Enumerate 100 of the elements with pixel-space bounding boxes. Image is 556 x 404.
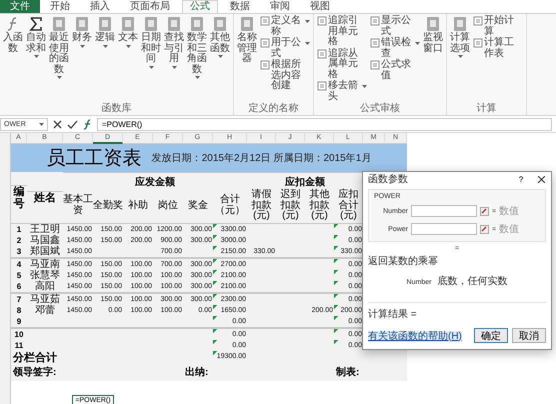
table-cell-text: 11 <box>14 340 24 350</box>
ribbon-button[interactable]: 计算选项 <box>449 16 471 58</box>
close-icon <box>538 176 544 182</box>
column-header: 姓名 <box>27 190 63 204</box>
ribbon-button[interactable]: 显示公式 <box>369 16 421 37</box>
ribbon-button[interactable]: 查找与引用 <box>163 16 185 68</box>
sum-icon <box>28 16 44 32</box>
table-cell: 郑国斌 <box>27 246 63 258</box>
table-cell: 王卫明 <box>27 222 63 234</box>
ribbon-button[interactable]: 文本 <box>117 16 139 48</box>
group-label: 函数库 <box>100 102 132 115</box>
table-cell: 3 <box>11 246 27 258</box>
group-label: 计算 <box>476 102 498 115</box>
argument-description: 底数，任何实数 <box>437 274 508 288</box>
range-picker-icon[interactable] <box>480 206 489 216</box>
ribbon-button[interactable]: 日期和时间 <box>140 16 162 68</box>
ribbon-button[interactable]: 其他函数 <box>209 16 231 58</box>
ribbon-tab[interactable]: 视图 <box>302 0 338 13</box>
total-label: 分栏合计 <box>12 350 58 364</box>
ribbon-tab[interactable]: 插入 <box>82 0 118 13</box>
table-cell-text: 10 <box>14 328 24 340</box>
table-cell-text: 5 <box>16 270 22 280</box>
ribbon-tab[interactable]: 审阅 <box>262 0 298 13</box>
table-cell: 6 <box>11 280 27 294</box>
ribbon-tab[interactable]: 开始 <box>42 0 78 13</box>
ribbon-button[interactable]: 追踪从属单元格 <box>316 48 368 80</box>
table-cell: 1 <box>11 222 27 234</box>
table-cell-text: 马亚茹 <box>29 294 61 304</box>
help-button[interactable]: ? <box>511 172 531 186</box>
document-icon <box>317 48 327 58</box>
file-tab[interactable]: 文件 <box>0 0 40 13</box>
function-icon[interactable] <box>82 118 93 130</box>
ribbon-tab[interactable]: 页面布局 <box>122 0 178 13</box>
input-field[interactable] <box>411 223 477 235</box>
ribbon-tab[interactable]: 数据 <box>222 0 258 13</box>
document-icon <box>317 81 327 91</box>
document-icon <box>260 60 270 70</box>
column-header: 全勤奖 <box>93 200 123 212</box>
check-icon[interactable] <box>67 118 78 130</box>
ribbon-tab[interactable]: 公式 <box>182 0 218 13</box>
column-header: 应扣合计(元) <box>338 189 360 222</box>
signature-label: 制表: <box>334 366 360 380</box>
cancel-button[interactable]: 取消 <box>512 328 546 343</box>
sheet-title: 员工工资表 <box>46 147 142 171</box>
ribbon-button[interactable]: 入函数 <box>2 16 24 54</box>
document-icon <box>370 60 380 70</box>
column-group-header: 应发金额 <box>63 172 247 189</box>
ribbon-button[interactable]: 数学和三角函数 <box>186 16 208 79</box>
document-icon <box>370 38 380 48</box>
column-header: 岗位 <box>157 200 179 212</box>
column-header: 合计（元） <box>214 194 246 218</box>
table-cell: 9 <box>11 316 27 328</box>
table-cell-text: 张慧琴 <box>29 270 61 280</box>
function-description: 返回某数的乘幂 <box>367 254 439 268</box>
table-cell-text: 2 <box>16 234 22 246</box>
ribbon-button[interactable]: 公式求值 <box>369 60 421 81</box>
ribbon-button[interactable]: 计算工作表 <box>472 38 524 59</box>
ribbon-button[interactable]: 名称管理器 <box>236 16 258 64</box>
column-header: 补助 <box>127 200 149 212</box>
result-label: 计算结果 = <box>368 302 546 325</box>
table-cell-text: 马亚南 <box>29 258 61 270</box>
ribbon-button[interactable]: 自动求和 <box>25 16 47 58</box>
signature-label: 领导签字: <box>12 365 58 380</box>
column-header: 其他扣款(元) <box>308 189 330 222</box>
issue-date: 发放日期：2015年2月12日 所属日期：2015年1月 <box>152 152 372 165</box>
column-header: 编号 <box>11 184 27 210</box>
ribbon-button[interactable]: 最近使用的函数 <box>48 16 70 79</box>
table-cell-text: 马国鑫 <box>29 234 61 246</box>
ribbon-button[interactable]: 移去箭头 <box>316 81 368 102</box>
ribbon-button[interactable]: 错误检查 <box>369 38 421 59</box>
table-cell-text: 邓蕾 <box>34 304 56 316</box>
column-header: 奖金 <box>187 200 209 212</box>
help-link[interactable]: 有关该函数的帮助(H) <box>368 330 462 342</box>
dialog-title: 函数参数 <box>368 172 409 186</box>
caret-icon <box>39 122 44 126</box>
group-label: 定义的名称 <box>248 102 300 115</box>
ribbon-button[interactable]: 根据所选内容创建 <box>259 60 311 92</box>
argument-hint: 数值 <box>499 223 520 236</box>
argument-hint: 数值 <box>499 205 520 218</box>
ok-button[interactable]: 确定 <box>474 328 508 343</box>
input-field[interactable] <box>411 205 477 217</box>
ribbon-button[interactable]: 开始计算 <box>472 16 524 37</box>
formula-field[interactable]: =POWER() <box>97 118 552 130</box>
ribbon-button[interactable]: 定义名称 <box>259 16 311 37</box>
range-picker-icon[interactable] <box>480 224 489 234</box>
signature-label: 出纳: <box>184 366 210 380</box>
table-cell: 高阳 <box>27 280 63 294</box>
table-cell-text: 7 <box>16 294 22 304</box>
ribbon-button[interactable]: 财务 <box>71 16 93 48</box>
column-header: 请假扣款(元) <box>250 189 272 222</box>
table-cell-text: 8 <box>16 304 22 316</box>
column-header: 迟到扣款(元) <box>280 189 302 222</box>
ribbon-button[interactable]: 用于公式 <box>259 38 311 59</box>
table-cell-text: 4 <box>16 258 22 270</box>
ribbon-button[interactable]: 追踪引用单元格 <box>316 16 368 48</box>
column-header: 基本工资 <box>63 194 93 218</box>
ribbon-button[interactable]: 监视窗口 <box>422 16 444 54</box>
cancel-icon[interactable] <box>52 118 63 130</box>
ribbon-button[interactable]: 逻辑 <box>94 16 116 48</box>
document-icon <box>260 38 270 48</box>
